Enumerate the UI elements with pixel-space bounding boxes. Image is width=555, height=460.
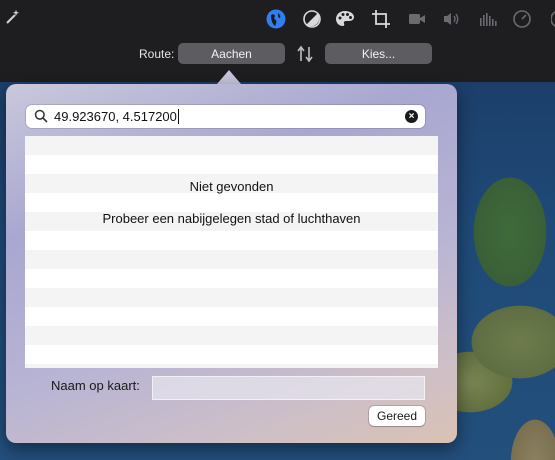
results-list[interactable]: Niet gevonden Probeer een nabijgelegen s… — [25, 136, 438, 368]
search-input-value: 49.923670, 4.517200 — [54, 109, 177, 124]
speedometer-icon — [511, 8, 533, 30]
route-from-button[interactable]: Aachen — [178, 43, 285, 64]
color-balance-icon[interactable] — [301, 8, 323, 30]
globe-icon[interactable] — [265, 8, 287, 30]
not-found-hint: Probeer een nabijgelegen stad of luchtha… — [102, 211, 361, 226]
swap-arrows-icon[interactable] — [295, 45, 315, 67]
not-found-message: Niet gevonden — [189, 179, 274, 194]
route-row: Route: Aachen Kies... — [0, 43, 555, 65]
volume-icon — [441, 8, 463, 30]
location-popover: 49.923670, 4.517200 × Niet gevonden Prob… — [6, 84, 457, 443]
map-name-field[interactable] — [152, 376, 425, 400]
search-icon — [34, 109, 48, 123]
route-to-button[interactable]: Kies... — [325, 43, 432, 64]
clear-circle-icon[interactable]: × — [405, 110, 418, 123]
done-button[interactable]: Gereed — [369, 406, 425, 426]
popover-arrow — [217, 70, 241, 84]
palette-icon[interactable] — [334, 8, 356, 30]
text-caret — [177, 109, 179, 124]
magic-wand-icon[interactable] — [2, 6, 24, 28]
info-icon — [545, 8, 555, 30]
location-search-field[interactable]: 49.923670, 4.517200 × — [26, 105, 425, 128]
equalizer-icon — [477, 8, 499, 30]
map-name-label: Naam op kaart: — [51, 378, 140, 393]
route-label: Route: — [139, 47, 175, 61]
top-toolbar: Route: Aachen Kies... — [0, 0, 555, 82]
crop-icon[interactable] — [370, 8, 392, 30]
camera-icon — [406, 8, 428, 30]
